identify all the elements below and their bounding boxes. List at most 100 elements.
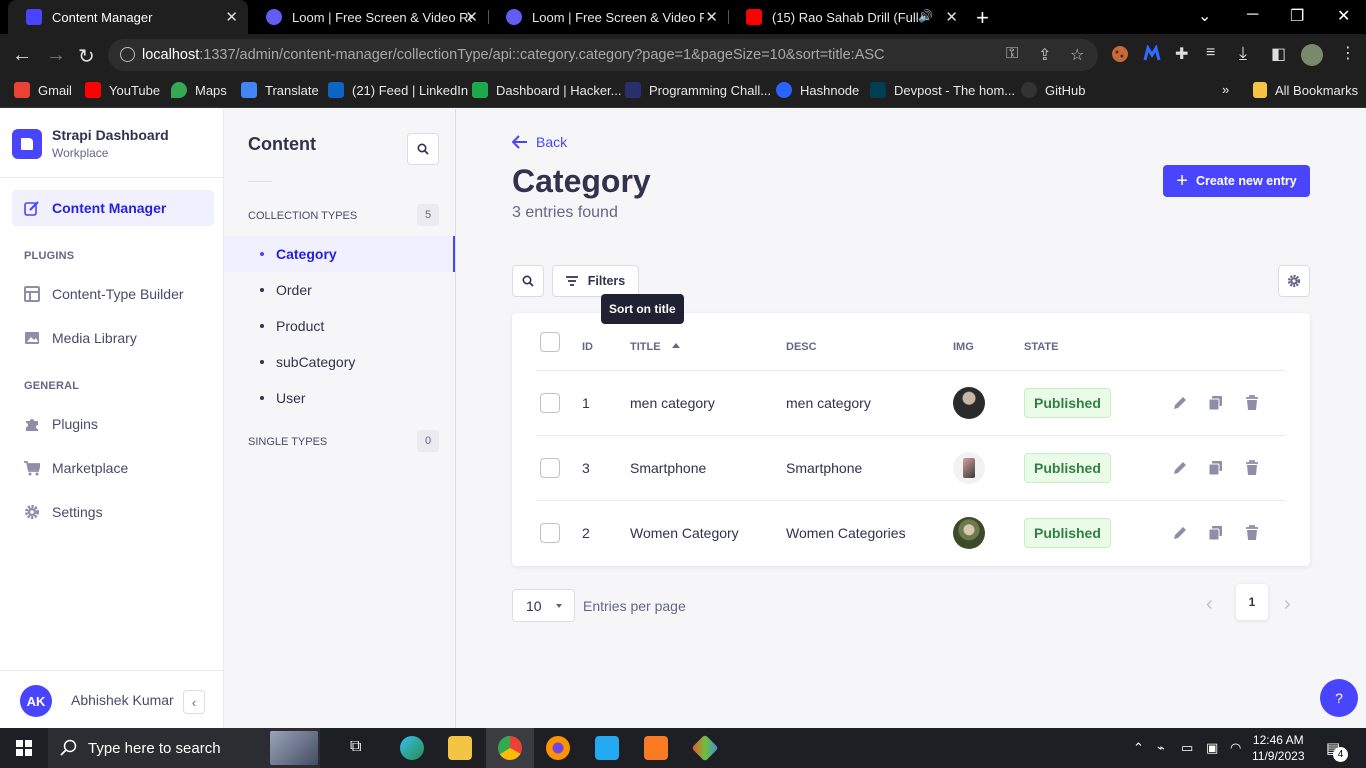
download-icon[interactable]: ⤓ (1239, 43, 1247, 64)
bookmark-devpost[interactable]: Devpost - The hom... (870, 82, 1015, 98)
tab-loom-1[interactable]: Loom | Free Screen & Video Rec ✕ (248, 0, 488, 34)
user-avatar[interactable]: AK (20, 685, 52, 717)
tab-search-icon[interactable]: ⌄ (1198, 6, 1211, 26)
windows-start-icon[interactable] (16, 740, 32, 756)
nav-settings[interactable]: Settings (12, 494, 214, 530)
subnav-item-order[interactable]: Order (224, 272, 455, 308)
file-explorer-icon[interactable] (448, 736, 472, 760)
single-types-heading[interactable]: SINGLE TYPES (248, 436, 327, 448)
malwarebytes-extension-icon[interactable] (1143, 45, 1161, 63)
duplicate-icon[interactable] (1208, 395, 1224, 411)
back-link[interactable]: Back (512, 134, 567, 150)
git-app-icon[interactable] (691, 734, 719, 762)
trash-icon[interactable] (1244, 525, 1260, 541)
row-checkbox[interactable] (540, 393, 560, 413)
xampp-icon[interactable] (644, 736, 668, 760)
collection-types-heading[interactable]: COLLECTION TYPES (248, 210, 357, 222)
table-row[interactable]: 3 Smartphone Smartphone Published (536, 435, 1285, 500)
next-page-icon[interactable]: › (1284, 593, 1291, 616)
key-icon[interactable]: ⚿ (1006, 45, 1018, 63)
trash-icon[interactable] (1244, 460, 1260, 476)
audio-playing-icon[interactable]: 🔊 (918, 9, 933, 23)
page-size-select[interactable]: 10 (512, 589, 575, 622)
help-button[interactable]: ? (1320, 679, 1358, 717)
create-new-entry-button[interactable]: + Create new entry (1163, 165, 1310, 197)
close-tab-icon[interactable]: ✕ (705, 8, 718, 26)
menu-kebab-icon[interactable]: ⋮ (1340, 43, 1356, 63)
tab-content-manager[interactable]: Content Manager ✕ (8, 0, 248, 34)
share-icon[interactable]: ⇪ (1038, 45, 1051, 65)
row-checkbox[interactable] (540, 458, 560, 478)
bookmark-translate[interactable]: Translate (241, 82, 319, 98)
column-header-id[interactable]: ID (582, 341, 593, 353)
system-clock[interactable]: 12:46 AM 11/9/2023 (1252, 732, 1305, 764)
duplicate-icon[interactable] (1208, 525, 1224, 541)
bookmark-github[interactable]: GitHub (1021, 82, 1085, 98)
forward-arrow-icon[interactable]: → (46, 44, 66, 67)
reading-list-icon[interactable]: ≡ (1206, 44, 1215, 62)
trash-icon[interactable] (1244, 395, 1260, 411)
cookie-extension-icon[interactable] (1111, 45, 1129, 63)
bookmark-star-icon[interactable]: ☆ (1070, 45, 1084, 65)
pencil-icon[interactable] (1172, 525, 1188, 541)
nav-content-type-builder[interactable]: Content-Type Builder (12, 276, 214, 312)
task-view-icon[interactable]: ⧉ (350, 738, 361, 756)
nav-content-manager[interactable]: Content Manager (12, 190, 214, 226)
collapse-nav-button[interactable]: ‹ (183, 690, 205, 714)
extensions-puzzle-icon[interactable]: ✚ (1175, 44, 1188, 64)
bookmark-gmail[interactable]: Gmail (14, 82, 72, 98)
restore-icon[interactable]: ❐ (1290, 6, 1304, 26)
chrome-icon[interactable] (498, 736, 522, 760)
nav-marketplace[interactable]: Marketplace (12, 450, 214, 486)
all-bookmarks[interactable]: All Bookmarks (1253, 82, 1358, 98)
subnav-item-subcategory[interactable]: subCategory (224, 344, 455, 380)
pencil-icon[interactable] (1172, 460, 1188, 476)
bookmark-maps[interactable]: Maps (171, 82, 227, 98)
table-row[interactable]: 2 Women Category Women Categories Publis… (536, 500, 1285, 565)
edge-icon[interactable] (400, 736, 424, 760)
battery-icon[interactable]: ▭ (1181, 740, 1193, 756)
more-bookmarks-icon[interactable]: » (1222, 82, 1229, 97)
select-all-checkbox[interactable] (540, 332, 560, 352)
tab-loom-2[interactable]: Loom | Free Screen & Video Rec ✕ (488, 0, 728, 34)
site-info-icon[interactable] (120, 47, 135, 62)
reload-icon[interactable]: ↻ (78, 44, 95, 69)
bookmark-hashnode[interactable]: Hashnode (776, 82, 859, 98)
subnav-item-product[interactable]: Product (224, 308, 455, 344)
column-header-state[interactable]: STATE (1024, 341, 1058, 353)
profile-avatar[interactable] (1301, 44, 1323, 66)
table-search-button[interactable] (512, 265, 544, 297)
column-header-desc[interactable]: DESC (786, 341, 817, 353)
tab-youtube[interactable]: (15) Rao Sahab Drill (Full Vic 🔊 ✕ (728, 0, 968, 34)
nav-plugins[interactable]: Plugins (12, 406, 214, 442)
nav-media-library[interactable]: Media Library (12, 320, 214, 356)
pencil-icon[interactable] (1172, 395, 1188, 411)
wifi-icon[interactable]: ◠ (1230, 740, 1241, 756)
sort-ascending-icon[interactable] (671, 343, 680, 348)
vscode-icon[interactable] (595, 736, 619, 760)
close-tab-icon[interactable]: ✕ (465, 8, 478, 26)
close-tab-icon[interactable]: ✕ (945, 8, 958, 26)
close-window-icon[interactable]: ✕ (1337, 6, 1350, 26)
firefox-icon[interactable] (546, 736, 570, 760)
device-icon[interactable]: ▣ (1206, 740, 1218, 756)
user-name[interactable]: Abhishek Kumar (71, 692, 174, 708)
bookmark-programming[interactable]: Programming Chall... (625, 82, 771, 98)
bookmark-youtube[interactable]: YouTube (85, 82, 160, 98)
taskbar-search[interactable]: Type here to search (48, 728, 320, 768)
table-row[interactable]: 1 men category men category Published (536, 370, 1285, 435)
row-checkbox[interactable] (540, 523, 560, 543)
close-tab-icon[interactable]: ✕ (225, 8, 238, 26)
show-hidden-icons-icon[interactable]: ⌃ (1133, 740, 1144, 756)
bookmark-linkedin[interactable]: (21) Feed | LinkedIn (328, 82, 468, 98)
subnav-item-category[interactable]: Category (224, 236, 455, 272)
side-panel-icon[interactable]: ◧ (1271, 44, 1286, 64)
filters-button[interactable]: Filters (552, 265, 639, 297)
duplicate-icon[interactable] (1208, 460, 1224, 476)
new-tab-icon[interactable]: + (976, 5, 989, 31)
column-header-title[interactable]: TITLE (630, 341, 680, 353)
subnav-search-button[interactable] (407, 133, 439, 165)
back-arrow-icon[interactable]: ← (12, 44, 32, 67)
network-icon[interactable]: ⌁ (1157, 740, 1165, 756)
page-1-button[interactable]: 1 (1236, 584, 1268, 620)
